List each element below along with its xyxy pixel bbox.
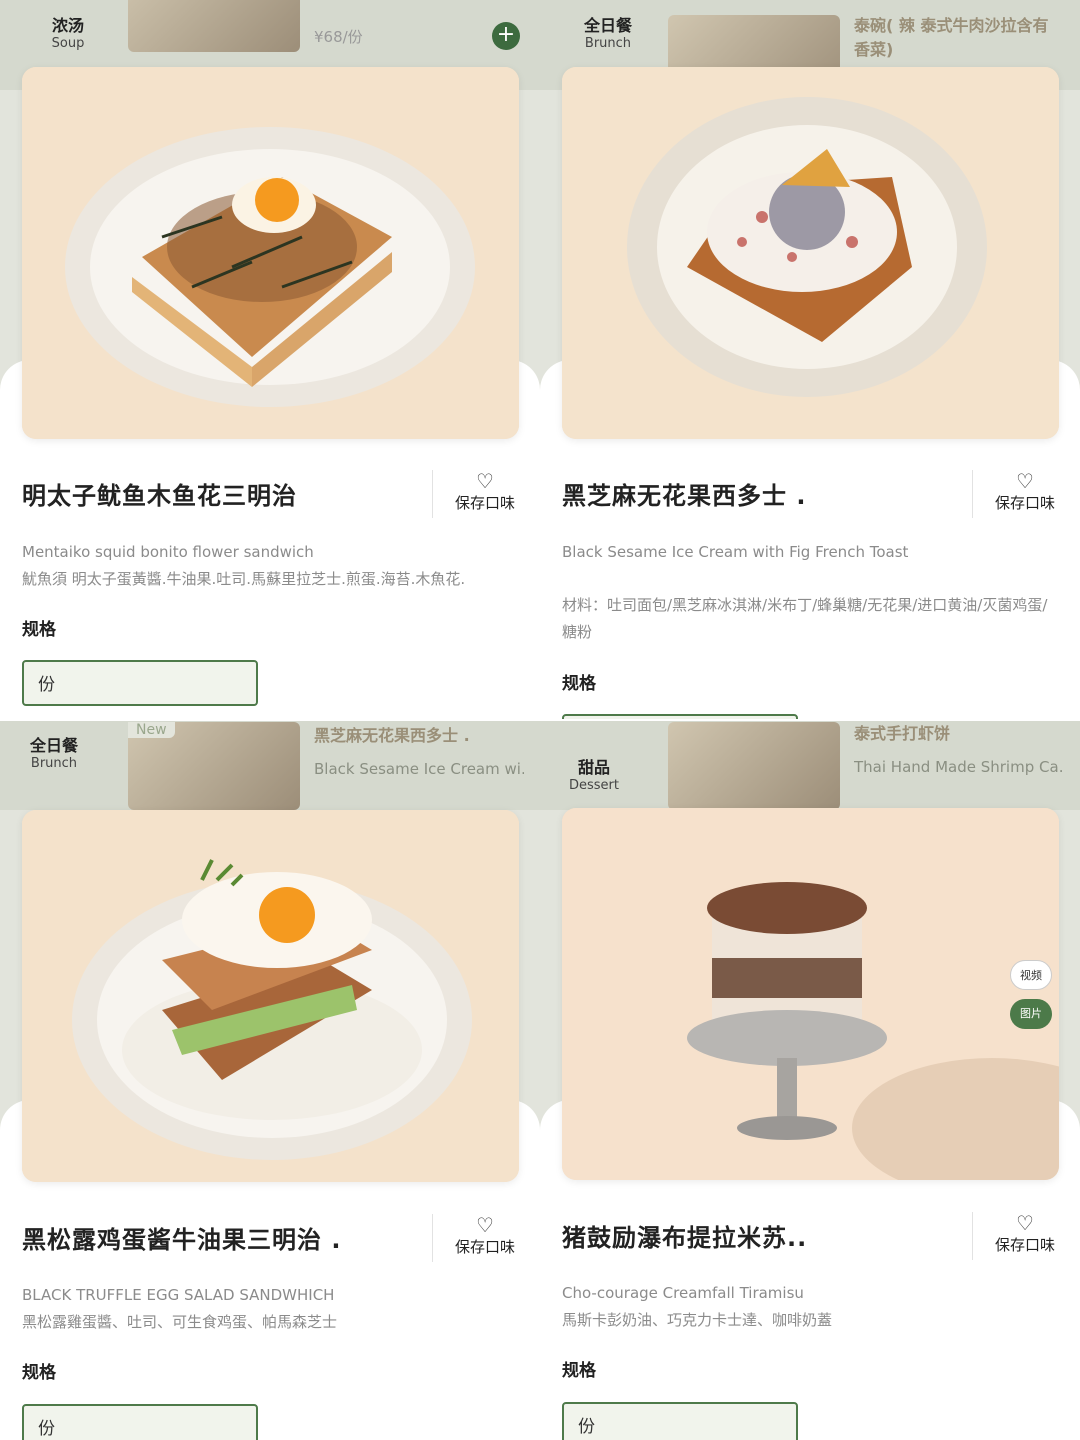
new-badge: New xyxy=(128,722,175,738)
save-flavor-button[interactable]: ♡ 保存口味 xyxy=(990,470,1060,513)
description-en: Cho-courage Creamfall Tiramisu xyxy=(562,1284,804,1302)
save-flavor-button[interactable]: ♡ 保存口味 xyxy=(990,1212,1060,1255)
category-soup[interactable]: 浓汤 Soup xyxy=(28,12,108,51)
dish-title: 明太子鱿鱼木鱼花三明治 xyxy=(22,482,297,510)
dish-title: 黑松露鸡蛋酱牛油果三明治 . xyxy=(22,1226,342,1254)
background-dish-subtitle: Thai Hand Made Shrimp Ca… xyxy=(854,758,1064,776)
dish-description: Cho-courage Creamfall Tiramisu 馬斯卡彭奶油、巧克… xyxy=(562,1280,1056,1334)
spec-label: 规格 xyxy=(562,674,596,694)
dish-panel-mentaiko: 浓汤 Soup ¥68/份 + 明太子鱿鱼木鱼花三明治 ♡ 保存口味 Menta… xyxy=(0,0,540,720)
heart-outline-icon: ♡ xyxy=(1016,1211,1034,1235)
dish-description: Black Sesame Ice Cream with Fig French T… xyxy=(562,539,1056,646)
description-en: BLACK TRUFFLE EGG SALAD SANDWHICH xyxy=(22,1286,335,1304)
background-dish-subtitle: Black Sesame Ice Cream wi… xyxy=(314,760,524,778)
background-dish-title: 泰碗( 辣 泰式牛肉沙拉含有香菜) xyxy=(854,16,1049,59)
category-brunch[interactable]: 全日餐 Brunch xyxy=(568,12,648,51)
dish-photo xyxy=(22,810,519,1182)
spec-label: 规格 xyxy=(562,1361,596,1381)
spec-label: 规格 xyxy=(22,620,56,640)
sandwich-photo-illustration xyxy=(22,67,519,439)
description-zh: 魷魚須 明太子蛋黃醬.牛油果.吐司.馬蘇里拉芝士.煎蛋.海苔.木魚花. xyxy=(22,570,466,588)
background-dish-title: 黑芝麻无花果西多士 . xyxy=(314,726,470,745)
save-flavor-button[interactable]: ♡ 保存口味 xyxy=(450,470,520,513)
spec-label: 规格 xyxy=(22,1363,56,1383)
dish-panel-fig-toast: 全日餐 Brunch 泰碗( 辣 泰式牛肉沙拉含有香菜) 黑芝麻无花果西多士 .… xyxy=(540,0,1080,720)
dish-panel-tiramisu: 甜品 Dessert 泰式手打虾饼 Thai Hand Made Shrimp … xyxy=(540,720,1080,1440)
dish-panel-truffle-sandwich: 全日餐 Brunch New 黑芝麻无花果西多士 . Black Sesame … xyxy=(0,720,540,1440)
dish-photo xyxy=(562,67,1059,439)
background-dish-thumb xyxy=(668,722,840,810)
dish-description: BLACK TRUFFLE EGG SALAD SANDWHICH 黑松露雞蛋醬… xyxy=(22,1282,516,1336)
heart-outline-icon: ♡ xyxy=(476,1213,494,1237)
title-divider xyxy=(432,1214,433,1262)
title-divider xyxy=(972,1212,973,1260)
description-zh: 材料：吐司面包/黑芝麻冰淇淋/米布丁/蜂巢糖/无花果/进口黄油/灭菌鸡蛋/糖粉 xyxy=(562,596,1048,641)
category-brunch[interactable]: 全日餐 Brunch xyxy=(14,732,94,771)
spec-option-portion[interactable]: 份 xyxy=(22,660,258,706)
description-en: Mentaiko squid bonito flower sandwich xyxy=(22,543,314,561)
spec-option-portion[interactable]: 份 xyxy=(562,1402,798,1440)
background-dish-title: 泰式手打虾饼 xyxy=(854,724,951,743)
dish-photo xyxy=(22,67,519,439)
dish-title: 黑芝麻无花果西多士 . xyxy=(562,482,807,510)
title-divider xyxy=(972,470,973,518)
description-en: Black Sesame Ice Cream with Fig French T… xyxy=(562,543,909,561)
dish-description: Mentaiko squid bonito flower sandwich 魷魚… xyxy=(22,539,516,593)
video-toggle-button[interactable]: 视频 xyxy=(1010,960,1052,990)
spec-option-portion[interactable]: 份 xyxy=(22,1404,258,1440)
image-toggle-button[interactable]: 图片 xyxy=(1010,999,1052,1029)
category-dessert[interactable]: 甜品 Dessert xyxy=(554,754,634,793)
description-zh: 黑松露雞蛋醬、吐司、可生食鸡蛋、帕馬森芝士 xyxy=(22,1313,338,1331)
background-dish-thumb xyxy=(128,0,300,52)
truffle-sandwich-photo-illustration xyxy=(22,810,519,1182)
dish-title: 猪鼓励瀑布提拉米苏.. xyxy=(562,1224,808,1252)
heart-outline-icon: ♡ xyxy=(476,469,494,493)
save-flavor-button[interactable]: ♡ 保存口味 xyxy=(450,1214,520,1257)
dish-photo xyxy=(562,808,1059,1180)
plus-icon[interactable]: + xyxy=(492,22,520,50)
collage-divider xyxy=(0,719,1080,721)
description-zh: 馬斯卡彭奶油、巧克力卡士達、咖啡奶蓋 xyxy=(562,1311,833,1329)
tiramisu-photo-illustration xyxy=(562,808,1059,1180)
french-toast-photo-illustration xyxy=(562,67,1059,439)
heart-outline-icon: ♡ xyxy=(1016,469,1034,493)
title-divider xyxy=(432,470,433,518)
